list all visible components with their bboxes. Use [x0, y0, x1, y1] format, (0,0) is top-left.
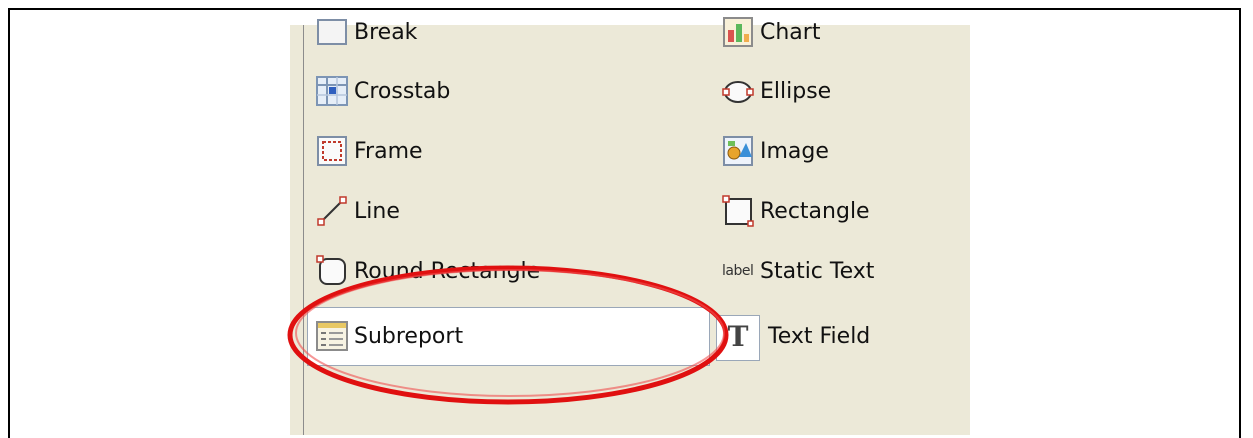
- palette-item-label: Crosstab: [354, 78, 451, 104]
- palette-item-label: Rectangle: [760, 198, 870, 224]
- palette-item-image[interactable]: Image: [722, 131, 829, 171]
- subreport-icon: [316, 320, 348, 352]
- palette-item-round-rectangle[interactable]: Round Rectangle: [316, 251, 540, 291]
- palette-left-border: [303, 25, 304, 435]
- chart-icon: [722, 16, 754, 48]
- static-text-icon: label: [722, 263, 754, 279]
- image-icon: [722, 135, 754, 167]
- palette-item-label: Line: [354, 198, 400, 224]
- palette-item-break[interactable]: Break: [316, 12, 417, 52]
- palette-item-crosstab[interactable]: Crosstab: [316, 71, 450, 111]
- palette-item-static-text[interactable]: label Static Text: [722, 251, 874, 291]
- palette-item-frame[interactable]: Frame: [316, 131, 423, 171]
- ellipse-icon: [722, 75, 754, 107]
- break-icon: [316, 16, 348, 48]
- round-rectangle-icon: [316, 255, 348, 287]
- palette-item-label: Break: [354, 19, 418, 45]
- palette-item-subreport[interactable]: Subreport: [316, 316, 463, 356]
- palette-item-label: Image: [760, 138, 829, 164]
- palette-item-label: Static Text: [760, 258, 875, 284]
- palette-item-label: Text Field: [768, 323, 871, 349]
- palette-item-rectangle[interactable]: Rectangle: [722, 191, 870, 231]
- frame-icon: [316, 135, 348, 167]
- text-field-icon: T: [727, 319, 749, 353]
- palette-item-label: Frame: [354, 138, 423, 164]
- crosstab-icon: [316, 75, 348, 107]
- palette-item-label: Round Rectangle: [354, 258, 541, 284]
- palette-item-line[interactable]: Line: [316, 191, 400, 231]
- palette-item-label: Ellipse: [760, 78, 832, 104]
- palette-item-label: Chart: [760, 19, 821, 45]
- palette-item-chart[interactable]: Chart: [722, 12, 820, 52]
- palette-item-text-field[interactable]: T Text Field: [722, 316, 871, 356]
- palette-item-label: Subreport: [354, 323, 464, 349]
- line-icon: [316, 195, 348, 227]
- palette-item-ellipse[interactable]: Ellipse: [722, 71, 831, 111]
- rectangle-icon: [722, 195, 754, 227]
